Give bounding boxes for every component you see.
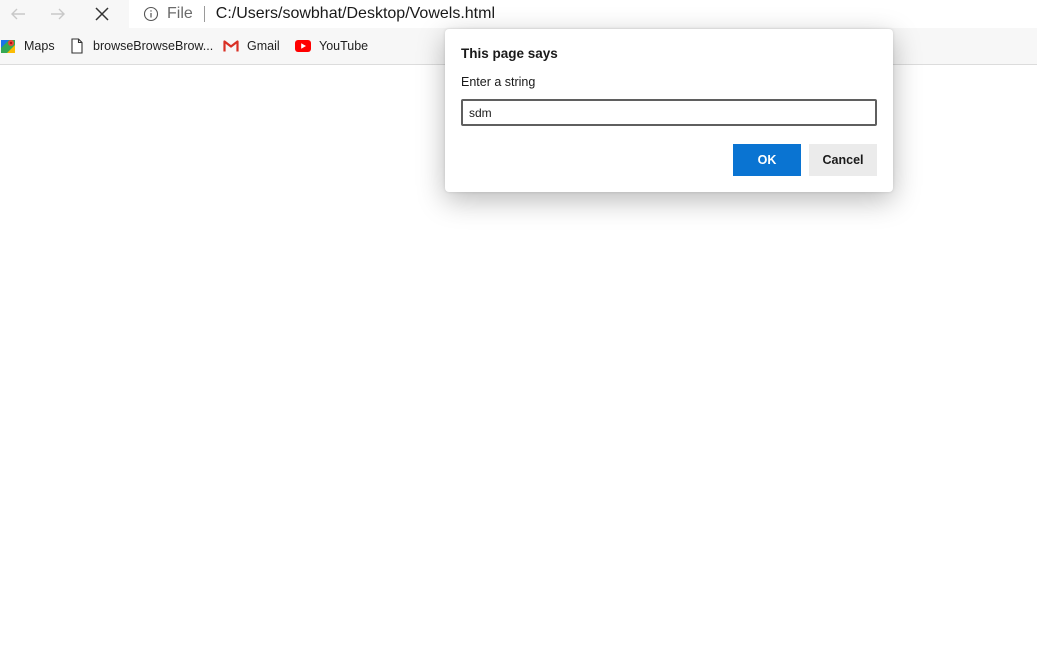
favorite-label: YouTube xyxy=(319,39,369,53)
info-icon[interactable] xyxy=(143,6,159,22)
page-icon xyxy=(69,38,85,54)
favorite-label: browseBrowseBrow... xyxy=(93,39,214,53)
dialog-message: Enter a string xyxy=(461,75,536,89)
forward-button[interactable] xyxy=(40,0,76,28)
address-bar[interactable]: File C:/Users/sowbhat/Desktop/Vowels.htm… xyxy=(129,0,1037,28)
gmail-icon xyxy=(223,38,239,54)
favorite-youtube[interactable]: YouTube xyxy=(295,37,368,55)
scheme-label: File xyxy=(167,5,193,22)
back-button[interactable] xyxy=(0,0,36,28)
favorite-label: Gmail xyxy=(247,39,280,53)
arrow-left-icon xyxy=(9,5,27,23)
arrow-right-icon xyxy=(49,5,67,23)
favorite-maps[interactable]: Maps xyxy=(0,37,55,55)
cancel-button[interactable]: Cancel xyxy=(809,144,877,176)
close-icon xyxy=(94,6,110,22)
prompt-dialog: This page says Enter a string OK Cancel xyxy=(445,29,893,192)
favorite-browse[interactable]: browseBrowseBrow... xyxy=(69,37,213,55)
stop-loading-button[interactable] xyxy=(84,0,120,28)
youtube-icon xyxy=(295,38,311,54)
browser-toolbar: File C:/Users/sowbhat/Desktop/Vowels.htm… xyxy=(0,0,1037,28)
ok-button[interactable]: OK xyxy=(733,144,801,176)
browser-window: File C:/Users/sowbhat/Desktop/Vowels.htm… xyxy=(0,0,1037,655)
favorite-gmail[interactable]: Gmail xyxy=(223,37,280,55)
url-text[interactable]: C:/Users/sowbhat/Desktop/Vowels.html xyxy=(216,5,495,23)
address-divider xyxy=(203,6,205,22)
prompt-input[interactable] xyxy=(461,99,877,126)
dialog-title: This page says xyxy=(461,46,558,61)
maps-icon xyxy=(0,38,16,54)
favorite-label: Maps xyxy=(24,39,55,53)
